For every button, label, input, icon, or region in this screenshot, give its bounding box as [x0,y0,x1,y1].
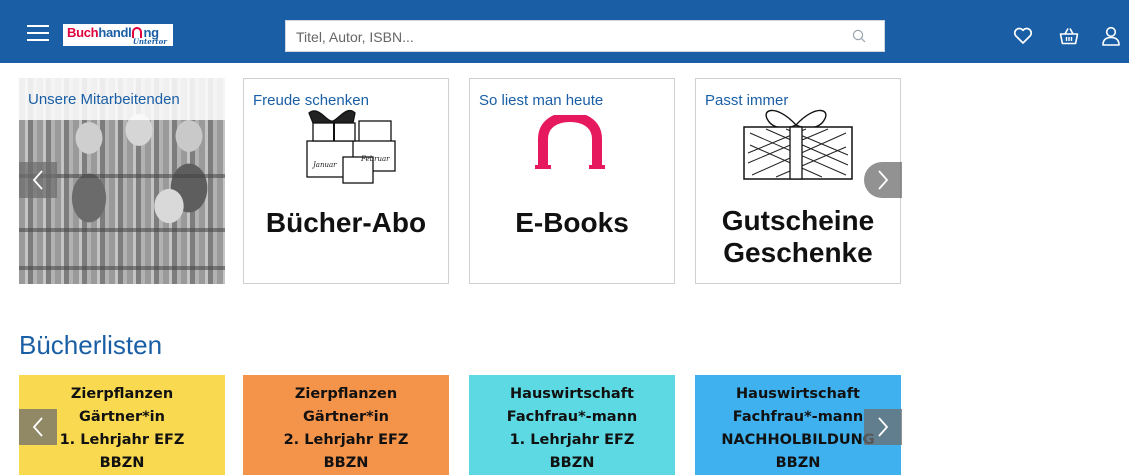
chevron-left-icon [32,417,43,437]
promo-tile-title: Passt immer [705,92,789,109]
promo-tile-headline-line2: Geschenke [723,237,873,268]
search-box [285,20,885,53]
booklists-prev-button[interactable] [19,409,57,445]
promo-tile-book-subscription[interactable]: Freude schenken Januar Februar Bücher-Ab… [243,78,449,284]
ebook-logo-arc [535,115,605,169]
promo-next-button[interactable] [864,162,902,198]
search-input[interactable] [294,21,838,53]
promo-tile-title: Freude schenken [253,92,369,109]
chevron-left-icon [32,170,43,190]
promo-tile-headline: Bücher-Abo [265,207,427,238]
gift-box-illustration [743,109,853,180]
booklist-tile[interactable]: Hauswirtschaft Fachfrau*-mann 1. Lehrjah… [469,375,675,475]
store-logo[interactable]: Buchhandl ng Untertor [63,24,173,46]
promo-tile-title: Unsere Mitarbeitenden [28,91,180,108]
gift-boxes-illustration: Januar Februar [306,109,396,184]
chevron-right-icon [878,417,889,437]
promo-tile-headline-line1: Gutscheine [721,205,875,236]
promo-prev-button[interactable] [19,162,57,198]
hamburger-menu-icon[interactable] [27,25,49,41]
heart-icon[interactable] [1012,25,1034,47]
promo-tile-ebooks[interactable]: So liest man heute E-Books [469,78,675,284]
basket-icon[interactable] [1058,25,1080,47]
promo-tile-title: So liest man heute [479,92,604,109]
search-icon[interactable] [852,29,866,43]
top-navigation-bar: Buchhandl ng Untertor [0,0,1129,63]
chevron-right-icon [878,170,889,190]
doodle-label-february: Februar [360,155,390,163]
logo-subtitle: Untertor [132,37,167,46]
doodle-label-january: Januar [311,161,337,169]
user-icon[interactable] [1100,25,1122,47]
booklists-next-button[interactable] [864,409,902,445]
booklists-heading: Bücherlisten [19,330,163,360]
booklist-tile[interactable]: Zierpflanzen Gärtner*in 2. Lehrjahr EFZ … [243,375,449,475]
promo-tile-headline: E-Books [515,207,629,238]
